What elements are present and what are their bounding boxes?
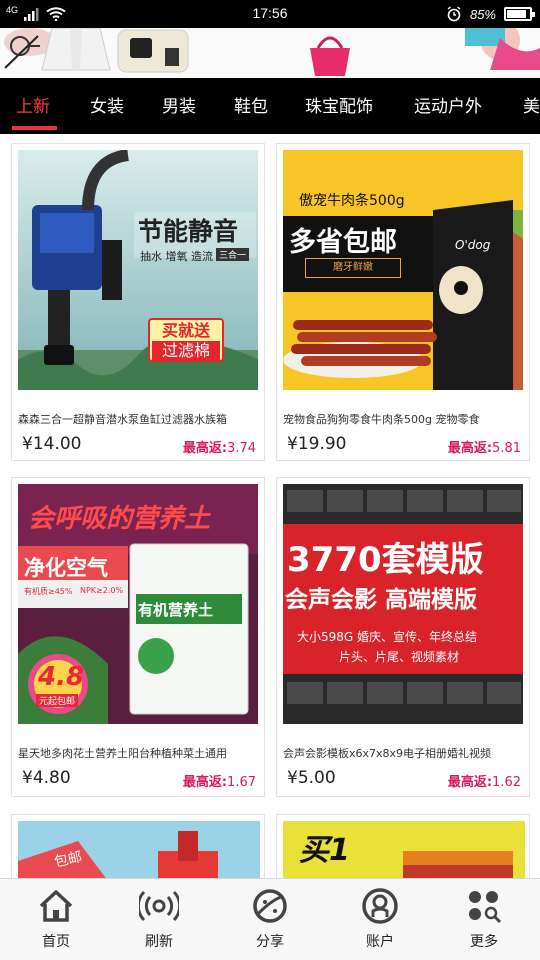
product-title[interactable]: 宠物食品狗狗零食牛肉条500g 宠物零食 [283,411,523,427]
tab-shoes-bags[interactable]: 鞋包 [234,92,268,117]
product-title[interactable]: 森森三合一超静音潜水泵鱼缸过滤器水族箱 [18,411,258,427]
promo-bottom: 过滤棉 [152,341,220,361]
rebate-label: 最高返: [182,441,228,456]
nav-home[interactable]: 首页 [16,887,96,951]
product-card[interactable]: 会呼吸的营养土 净化空气 有机质≥45% NPK≥2.0% 有机营养土 4.8 … [11,477,265,797]
rebate-label: 最高返: [447,775,493,790]
product-image[interactable]: 傲宠牛肉条500g 多省包邮 磨牙鲜嫩 O'dog [283,150,523,390]
tab-new[interactable]: 上新 [16,92,50,117]
product-title[interactable]: 会声会影模板x6x7x8x9电子相册婚礼视频 [283,745,523,761]
category-tabs: 上新 女装 男装 鞋包 珠宝配饰 运动户外 美 [0,78,540,134]
top-banner[interactable] [0,28,540,78]
tab-beauty[interactable]: 美 [523,92,540,117]
rebate-info: 最高返:1.62 [448,771,521,790]
image-line-2: 片头、片尾、视频素材 [339,650,460,664]
product-card[interactable]: 3770套模版 会声会影 高端模版 大小598G 婚庆、宣传、年终总结 片头、片… [276,477,530,797]
image-spec-1: 有机质≥45% [24,587,73,596]
image-line-1: 大小598G 婚庆、宣传、年终总结 [297,630,478,644]
active-tab-indicator [12,126,57,130]
product-image[interactable]: 3770套模版 会声会影 高端模版 大小598G 婚庆、宣传、年终总结 片头、片… [283,484,523,724]
home-icon [39,890,73,922]
tab-jewelry[interactable]: 珠宝配饰 [305,92,373,117]
rebate-value: 3.74 [227,441,256,456]
rebate-info: 最高返:5.81 [448,437,521,456]
battery-icon [504,7,535,21]
nav-more[interactable]: 更多 [444,887,524,951]
status-right: 85% [446,4,535,24]
product-price: ¥14.00 [22,434,82,454]
promo-top: 买就送 [161,321,210,340]
rebate-value: 1.67 [227,775,256,790]
rebate-label: 最高返: [182,775,228,790]
rebate-value: 5.81 [492,441,521,456]
image-headline: 多省包邮 [289,227,397,258]
nav-more-label: 更多 [470,934,498,950]
account-icon [362,888,398,924]
image-button: 磨牙鲜嫩 [305,258,401,278]
image-subtitle: 会声会影 高端模版 [285,587,478,613]
tab-outdoor[interactable]: 运动户外 [414,92,482,117]
product-card[interactable]: 节能静音 抽水 增氧 造流 三合一 买就送 过滤棉 森森三合一超静音潜水泵鱼缸过… [11,143,265,461]
bottom-nav: 首页 刷新 分享 账户 更多 [0,878,540,960]
image-subtitle: 净化空气 [24,556,108,580]
image-headline: 会呼吸的营养土 [28,504,211,534]
image-brand: O'dog [455,238,491,252]
product-image[interactable]: 会呼吸的营养土 净化空气 有机质≥45% NPK≥2.0% 有机营养土 4.8 … [18,484,258,724]
banner-image [4,28,540,76]
rebate-label: 最高返: [447,441,493,456]
price-tag-sub: 元起包邮 [36,694,79,707]
product-price: ¥4.80 [22,768,71,788]
alarm-icon [447,6,461,22]
nav-home-label: 首页 [42,934,70,950]
rebate-info: 最高返:3.74 [183,437,256,456]
image-badge: 三合一 [216,248,250,261]
battery-level [507,10,526,18]
product-price: ¥5.00 [287,768,336,788]
bag-label: 有机营养土 [138,601,214,619]
promo-sticker: 买就送 过滤棉 [148,318,224,362]
tab-women[interactable]: 女装 [90,92,124,117]
price-tag: 4.8 [38,662,85,692]
image-spec-2: NPK≥2.0% [80,586,124,595]
image-headline: 3770套模版 [287,540,484,580]
image-headline: 节能静音 [138,217,239,246]
rebate-value: 1.62 [492,775,521,790]
nav-account[interactable]: 账户 [340,887,420,951]
battery-percent: 85% [469,6,496,22]
image-text: 买1 [299,833,350,868]
nav-share-label: 分享 [256,934,284,950]
nav-refresh[interactable]: 刷新 [119,887,199,951]
product-price: ¥19.90 [287,434,347,454]
rebate-info: 最高返:1.67 [183,771,256,790]
image-subtitle: 抽水 增氧 造流 [140,250,213,263]
nav-share[interactable]: 分享 [230,887,310,951]
product-image[interactable]: 节能静音 抽水 增氧 造流 三合一 买就送 过滤棉 [18,150,258,390]
refresh-icon [139,890,179,922]
product-title[interactable]: 星天地多肉花土营养土阳台种植种菜土通用 [18,745,258,761]
nav-refresh-label: 刷新 [145,934,173,950]
more-icon [469,891,502,924]
image-headline-top: 傲宠牛肉条500g [299,193,405,209]
product-card[interactable]: 傲宠牛肉条500g 多省包邮 磨牙鲜嫩 O'dog 宠物食品狗狗零食牛肉条500… [276,143,530,461]
nav-account-label: 账户 [366,934,394,950]
tab-men[interactable]: 男装 [162,92,196,117]
status-bar: 4G 17:56 85% [0,0,540,28]
share-icon [253,889,287,923]
